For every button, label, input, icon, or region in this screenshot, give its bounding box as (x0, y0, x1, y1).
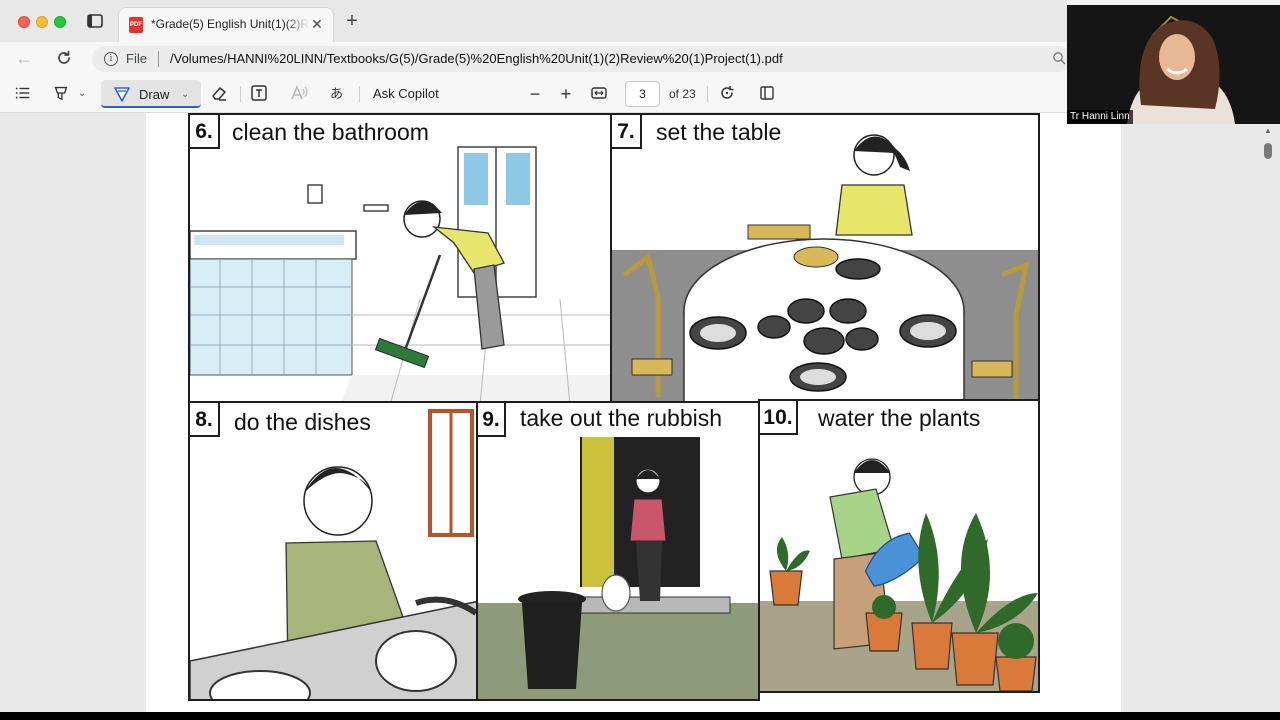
screen: PDF *Grade(5) English Unit(1)(2)Rev ✕ + … (0, 0, 1280, 720)
item-caption: take out the rubbish (520, 405, 723, 431)
translate-icon[interactable]: あ (330, 84, 350, 104)
illustration-water-plants (760, 401, 1038, 691)
tab-close-icon[interactable]: ✕ (309, 16, 325, 32)
illustration-clean-bathroom (190, 115, 610, 401)
info-icon[interactable]: i (104, 52, 118, 66)
item-number: 8. (190, 403, 220, 437)
read-aloud-icon[interactable] (290, 84, 308, 104)
table-of-contents-icon[interactable] (14, 84, 34, 104)
draw-button[interactable]: Draw ⌄ (101, 80, 201, 108)
pdf-page: 6. clean the bathroom 7. set the table 8… (146, 113, 1121, 712)
panel-do-the-dishes: 8. do the dishes (188, 401, 478, 701)
address-field[interactable]: i File /Volumes/HANNI%20LINN/Textbooks/G… (92, 46, 1072, 72)
page-count-label: of 23 (669, 87, 696, 101)
page-view-icon[interactable] (758, 84, 776, 104)
ask-copilot-button[interactable]: Ask Copilot (373, 84, 439, 104)
highlight-icon[interactable] (52, 84, 72, 104)
draw-label: Draw (139, 87, 170, 102)
add-text-icon[interactable] (250, 84, 268, 104)
tab-title: *Grade(5) English Unit(1)(2)Rev (151, 17, 309, 35)
zoom-out-button[interactable]: − (527, 84, 543, 104)
new-tab-button[interactable]: + (342, 11, 362, 32)
presenter-video (1067, 5, 1280, 124)
toolbar-divider (240, 86, 241, 102)
tab-pdf-document[interactable]: PDF *Grade(5) English Unit(1)(2)Rev ✕ (118, 7, 334, 42)
panel-clean-the-bathroom: 6. clean the bathroom (188, 113, 612, 403)
pdf-file-icon: PDF (129, 17, 143, 33)
scrollbar-thumb[interactable] (1264, 143, 1272, 159)
eraser-icon[interactable] (210, 84, 228, 104)
toolbar-divider (707, 86, 708, 102)
maximize-window-button[interactable] (54, 16, 66, 28)
rotate-icon[interactable] (718, 84, 736, 104)
pen-icon (113, 85, 131, 103)
item-number: 9. (478, 403, 506, 437)
panel-take-out-the-rubbish: 9. take out the rubbish (476, 401, 760, 701)
reload-icon[interactable] (54, 48, 74, 68)
item-caption: do the dishes (234, 409, 371, 435)
pdf-viewer[interactable]: 6. clean the bathroom 7. set the table 8… (0, 113, 1280, 712)
toolbar-divider (359, 86, 360, 102)
illustration-do-dishes (190, 403, 476, 699)
item-number: 7. (612, 115, 642, 149)
participant-name: Tr Hanni Linn (1067, 110, 1133, 124)
scroll-track[interactable] (1262, 113, 1274, 712)
chevron-down-icon[interactable]: ⌄ (78, 84, 90, 104)
tab-actions-icon[interactable] (86, 12, 106, 30)
illustration-set-table (612, 115, 1038, 401)
illustration-take-out-rubbish (478, 403, 758, 699)
minimize-window-button[interactable] (36, 16, 48, 28)
panel-set-the-table: 7. set the table (610, 113, 1040, 403)
tab-strip: PDF *Grade(5) English Unit(1)(2)Rev ✕ + (0, 0, 1067, 42)
item-caption: water the plants (818, 405, 981, 431)
item-caption: set the table (656, 119, 782, 145)
fit-to-width-icon[interactable] (590, 84, 608, 104)
address-url[interactable]: /Volumes/HANNI%20LINN/Textbooks/G(5)/Gra… (170, 51, 783, 66)
back-arrow-icon[interactable]: ← (14, 48, 34, 68)
page-number-input[interactable]: 3 (625, 81, 660, 107)
zoom-lens-icon[interactable] (1052, 51, 1066, 65)
webcam-overlay: Tr Hanni Linn (1067, 5, 1280, 124)
address-divider (158, 51, 159, 67)
address-bar-row: ← i File /Volumes/HANNI%20LINN/Textbooks… (0, 42, 1072, 75)
item-caption: clean the bathroom (232, 119, 429, 145)
chevron-down-icon: ⌄ (181, 89, 190, 100)
item-number: 6. (190, 115, 220, 149)
scroll-up-arrow-icon[interactable]: ▲ (1264, 127, 1272, 135)
address-scheme-label: File (126, 51, 147, 66)
item-number: 10. (760, 401, 798, 435)
panel-water-the-plants: 10. water the plants (758, 399, 1040, 693)
close-window-button[interactable] (18, 16, 30, 28)
zoom-in-button[interactable]: + (558, 84, 574, 104)
